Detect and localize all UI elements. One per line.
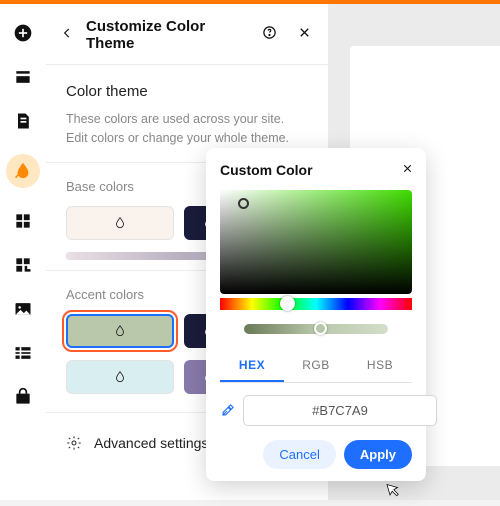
panel-title: Customize Color Theme bbox=[86, 18, 242, 52]
store-icon[interactable] bbox=[12, 386, 34, 408]
cancel-button[interactable]: Cancel bbox=[263, 440, 335, 469]
apply-button[interactable]: Apply bbox=[344, 440, 412, 469]
eyedropper-icon[interactable] bbox=[220, 400, 235, 422]
tab-hex[interactable]: HEX bbox=[220, 350, 284, 382]
close-panel-icon[interactable] bbox=[297, 25, 312, 45]
accent-color-1[interactable] bbox=[66, 314, 174, 348]
section-description: These colors are used across your site. … bbox=[66, 110, 308, 148]
gear-icon bbox=[66, 435, 82, 451]
format-tabs: HEX RGB HSB bbox=[220, 350, 412, 383]
table-icon[interactable] bbox=[12, 342, 34, 364]
panel-header: Customize Color Theme bbox=[46, 4, 328, 65]
theme-intro: Color theme These colors are used across… bbox=[46, 65, 328, 156]
shade-slider[interactable] bbox=[244, 324, 388, 334]
accent-color-3[interactable] bbox=[66, 360, 174, 394]
tab-hsb[interactable]: HSB bbox=[348, 350, 412, 382]
tab-rgb[interactable]: RGB bbox=[284, 350, 348, 382]
sections-icon[interactable] bbox=[12, 66, 34, 88]
hex-input-row bbox=[220, 395, 412, 426]
advanced-label: Advanced settings bbox=[94, 435, 208, 451]
sv-thumb[interactable] bbox=[238, 198, 249, 209]
apps-icon[interactable] bbox=[12, 210, 34, 232]
hex-input[interactable] bbox=[243, 395, 437, 426]
popup-title: Custom Color bbox=[220, 162, 412, 178]
saturation-value-area[interactable] bbox=[220, 190, 412, 294]
popup-actions: Cancel Apply bbox=[220, 440, 412, 469]
base-color-1[interactable] bbox=[66, 206, 174, 240]
left-rail bbox=[0, 4, 46, 500]
section-title: Color theme bbox=[66, 83, 308, 100]
shade-thumb[interactable] bbox=[314, 322, 327, 335]
puzzle-icon[interactable] bbox=[12, 254, 34, 276]
close-icon[interactable] bbox=[401, 162, 414, 180]
page-icon[interactable] bbox=[12, 110, 34, 132]
hue-slider[interactable] bbox=[220, 298, 412, 310]
theme-icon[interactable] bbox=[6, 154, 40, 188]
back-icon[interactable] bbox=[60, 26, 74, 45]
add-icon[interactable] bbox=[12, 22, 34, 44]
help-icon[interactable] bbox=[262, 25, 277, 45]
media-icon[interactable] bbox=[12, 298, 34, 320]
hue-thumb[interactable] bbox=[280, 296, 295, 311]
color-picker-popup: Custom Color HEX RGB HSB Cancel Apply bbox=[206, 148, 426, 481]
